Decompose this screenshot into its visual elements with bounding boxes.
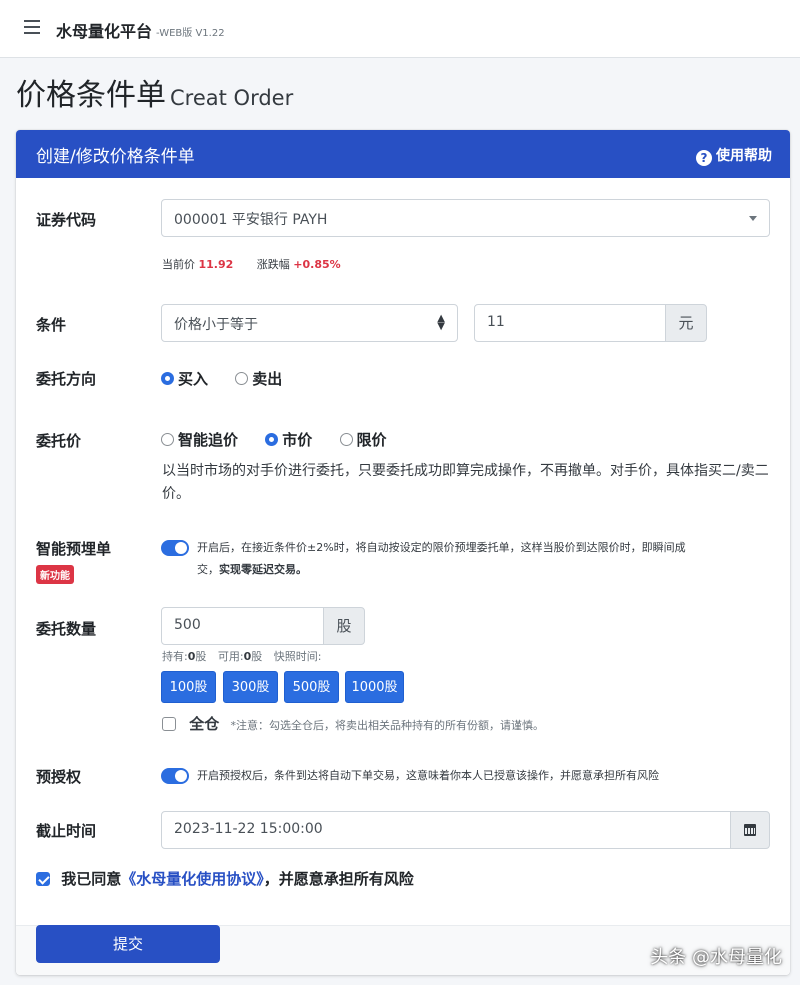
new-feature-badge: 新功能	[36, 565, 74, 584]
price-limit-option[interactable]: 限价	[339, 429, 387, 450]
smart-preorder-description: 开启后，在接近条件价±2%时，将自动按设定的限价预埋委托单，这样当股价到达限价时…	[197, 537, 777, 581]
stock-code-label: 证券代码	[36, 211, 97, 229]
top-navbar: 水母量化平台 -WEB版 V1.22	[0, 0, 800, 58]
card-header: 创建/修改价格条件单 ? 使用帮助	[16, 130, 790, 178]
order-price-description: 以当时市场的对手价进行委托，只要委托成功即算完成操作，不再撤单。对手价，具体指买…	[162, 463, 769, 502]
smart-preorder-label: 智能预埋单	[36, 540, 112, 558]
deadline-value: 2023-11-22 15:00:00	[174, 821, 323, 837]
agreement-link[interactable]: 《水母量化使用协议》	[121, 870, 264, 888]
smart-preorder-bold: 实现零延迟交易。	[219, 563, 307, 576]
smart-preorder-toggle[interactable]	[161, 540, 189, 556]
price-market-option[interactable]: 市价	[265, 429, 312, 450]
agreement-row: 我已同意《水母量化使用协议》，并愿意承担所有风险	[36, 868, 414, 889]
pre-auth-description: 开启预授权后，条件到达将自动下单交易，这意味着你本人已授意该操作，并愿意承担所有…	[197, 769, 659, 782]
full-position-note: *注意：勾选全仓后，将卖出相关品种持有的所有份额，请谨慎。	[230, 719, 544, 732]
condition-select[interactable]: 价格小于等于 ▲ ▼	[161, 304, 458, 342]
radio-checked-icon	[265, 433, 279, 446]
direction-buy-option[interactable]: 买入	[161, 368, 208, 389]
quick-qty-300-button[interactable]: 300股	[223, 671, 278, 703]
hold-unit: 股	[195, 650, 207, 663]
condition-price-input[interactable]: 11	[474, 304, 666, 342]
direction-radio-group: 买入 卖出	[161, 368, 304, 389]
agreement-checkbox[interactable]	[36, 872, 50, 886]
brand-name: 水母量化平台	[56, 22, 153, 41]
question-circle-icon: ?	[696, 150, 712, 166]
order-form-card: 创建/修改价格条件单 ? 使用帮助 证券代码 000001 平安银行 PAYH 当…	[16, 130, 790, 975]
submit-button[interactable]: 提交	[36, 925, 220, 963]
stock-select[interactable]: 000001 平安银行 PAYH	[161, 199, 770, 237]
menu-icon[interactable]	[24, 20, 40, 36]
full-position-label: 全仓	[189, 715, 220, 733]
holding-info: 持有:0股 可用:0股 快照时间:	[162, 648, 321, 664]
help-label: 使用帮助	[716, 148, 772, 164]
quick-qty-500-button[interactable]: 500股	[284, 671, 339, 703]
stock-quote: 当前价 11.92 涨跌幅 +0.85%	[162, 256, 341, 272]
change-value: +0.85%	[293, 258, 341, 271]
price-market-label: 市价	[282, 431, 313, 449]
current-price-label: 当前价	[162, 258, 195, 271]
help-link[interactable]: ? 使用帮助	[696, 145, 772, 166]
condition-unit: 元	[665, 304, 707, 342]
quantity-label: 委托数量	[36, 620, 97, 638]
quantity-unit: 股	[323, 607, 365, 645]
chevron-down-icon	[749, 216, 757, 221]
page-subtitle: Creat Order	[170, 86, 294, 110]
smart-preorder-text: 开启后，在接近条件价±2%时，将自动按设定的限价预埋委托单，这样当股价到达限价时…	[197, 541, 686, 554]
watermark: 头条 @水母量化	[650, 947, 782, 968]
hold-label: 持有:	[162, 650, 188, 663]
agreement-prefix: 我已同意	[61, 870, 122, 888]
deadline-input[interactable]: 2023-11-22 15:00:00	[161, 811, 731, 849]
radio-unchecked-icon	[161, 433, 174, 446]
avail-label: 可用:	[217, 650, 244, 663]
direction-sell-label: 卖出	[252, 370, 283, 388]
quick-qty-100-button[interactable]: 100股	[161, 671, 216, 703]
version-label: -WEB版 V1.22	[156, 28, 225, 39]
radio-unchecked-icon	[339, 433, 353, 446]
deadline-label: 截止时间	[36, 822, 97, 840]
price-limit-label: 限价	[356, 431, 387, 449]
direction-sell-option[interactable]: 卖出	[235, 368, 282, 389]
radio-checked-icon	[161, 372, 174, 385]
calendar-icon	[744, 824, 756, 836]
page-title-main: 价格条件单	[16, 78, 166, 113]
quantity-input[interactable]: 500	[161, 607, 324, 645]
radio-unchecked-icon	[235, 372, 249, 385]
quick-qty-1000-button[interactable]: 1000股	[345, 671, 404, 703]
price-smart-option[interactable]: 智能追价	[161, 429, 238, 450]
avail-unit: 股	[251, 650, 263, 663]
page-title: 价格条件单 Creat Order	[16, 70, 293, 114]
sort-updown-icon: ▲ ▼	[437, 313, 445, 332]
condition-price-value: 11	[487, 314, 505, 330]
calendar-button[interactable]	[730, 811, 770, 849]
stock-select-value: 000001 平安银行 PAYH	[174, 212, 328, 228]
agreement-suffix: ，并愿意承担所有风险	[263, 870, 414, 888]
smart-preorder-text-2: 交，	[197, 563, 219, 576]
quantity-value: 500	[174, 617, 201, 633]
direction-buy-label: 买入	[178, 370, 209, 388]
snapshot-label: 快照时间:	[273, 650, 322, 663]
condition-label: 条件	[36, 316, 67, 334]
change-label: 涨跌幅	[256, 258, 290, 271]
pre-auth-label: 预授权	[36, 768, 82, 786]
full-position-option[interactable]: 全仓 *注意：勾选全仓后，将卖出相关品种持有的所有份额，请谨慎。	[162, 713, 544, 734]
price-smart-label: 智能追价	[178, 431, 239, 449]
order-price-radio-group: 智能追价 市价 限价	[161, 429, 409, 450]
direction-label: 委托方向	[36, 370, 97, 388]
current-price-value: 11.92	[198, 258, 234, 271]
order-price-label: 委托价	[36, 432, 82, 450]
card-title: 创建/修改价格条件单	[36, 147, 195, 167]
pre-auth-toggle[interactable]	[161, 768, 189, 784]
condition-select-value: 价格小于等于	[174, 317, 258, 333]
checkbox-unchecked-icon	[162, 717, 176, 731]
